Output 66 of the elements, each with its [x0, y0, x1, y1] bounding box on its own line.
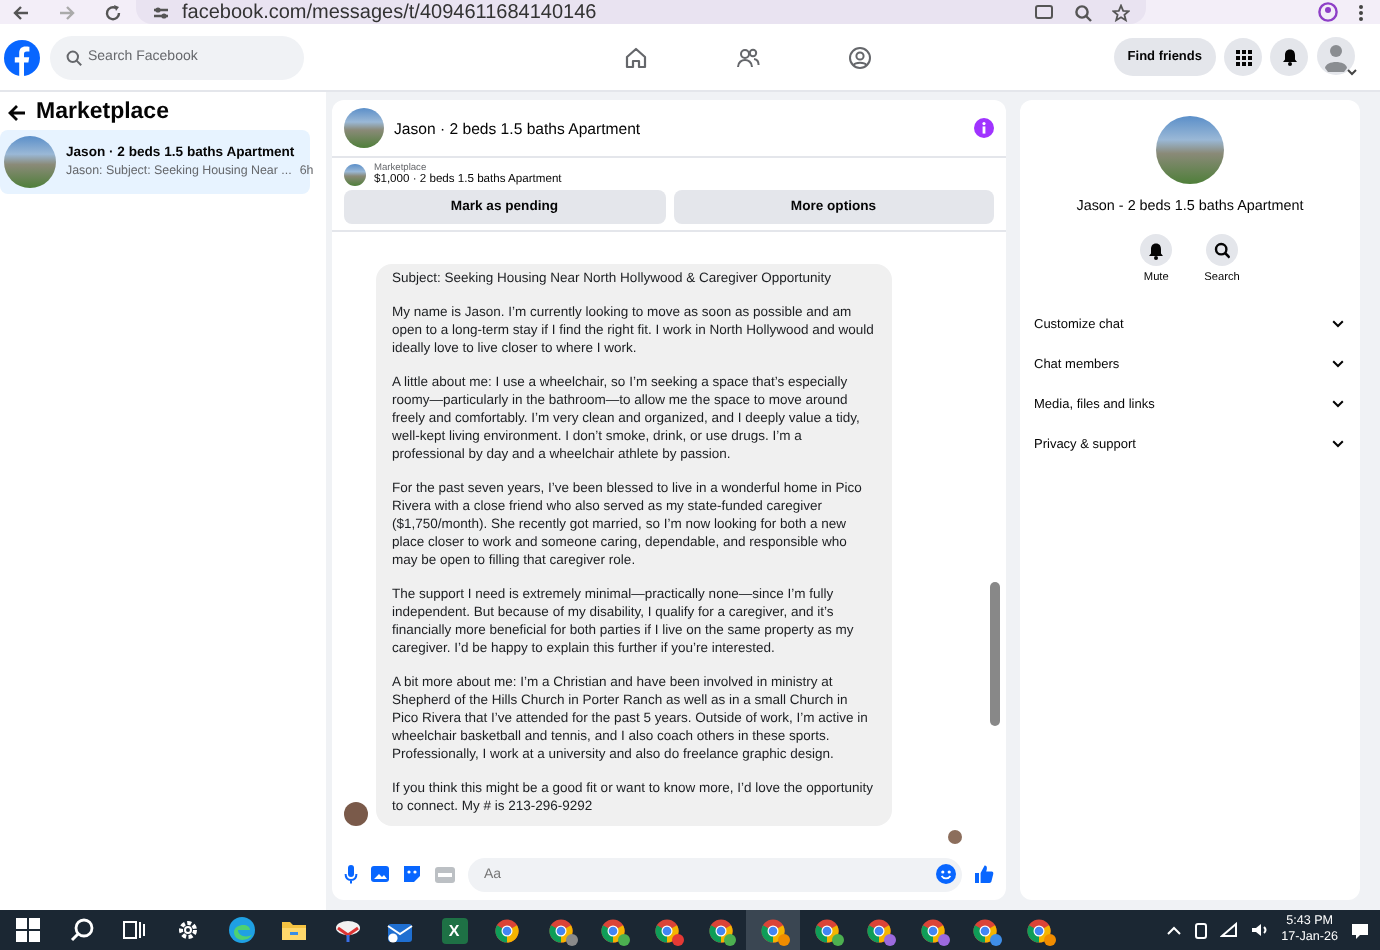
image-icon[interactable]	[370, 864, 390, 884]
gear-icon	[176, 918, 201, 942]
sticker-icon[interactable]	[402, 864, 422, 884]
facebook-logo-icon[interactable]	[4, 39, 40, 75]
url-text: facebook.com/messages/t/4094611684140146	[182, 1, 597, 23]
chrome-browser-icon	[494, 917, 521, 943]
install-icon[interactable]	[1034, 3, 1054, 21]
photo-placeholder	[1156, 116, 1224, 184]
chevron-up-icon[interactable]	[1165, 924, 1182, 936]
mute-button[interactable]	[1140, 234, 1173, 266]
microphone-icon[interactable]	[344, 864, 358, 884]
app-icon	[333, 916, 362, 944]
grid-icon	[1235, 49, 1251, 65]
device-icon[interactable]	[1193, 921, 1208, 939]
chevron-down-icon[interactable]	[1332, 440, 1344, 448]
search-icon[interactable]	[1074, 3, 1092, 21]
chrome-browser-icon	[972, 917, 999, 943]
bell-icon	[1148, 241, 1165, 259]
chrome-browser-icon	[547, 917, 574, 943]
photo-placeholder	[344, 164, 366, 186]
scrollbar-thumb[interactable]	[990, 582, 1000, 726]
search-icon	[1213, 241, 1230, 259]
menu-icon[interactable]	[1358, 3, 1364, 21]
chrome-browser-icon	[760, 917, 787, 943]
address-bar[interactable]: facebook.com/messages/t/4094611684140146	[136, 0, 1146, 24]
thumbs-up-icon[interactable]	[974, 864, 994, 884]
apps-menu-button[interactable]	[1224, 38, 1262, 76]
back-icon[interactable]	[12, 3, 30, 21]
chrome-browser-icon	[600, 917, 627, 943]
star-icon[interactable]	[1112, 3, 1130, 21]
photo-placeholder	[344, 108, 384, 148]
taskbar-button[interactable]: X	[427, 910, 481, 950]
site-info-icon[interactable]	[152, 3, 170, 21]
sidebar-title: Marketplace	[36, 100, 169, 124]
chrome-browser-icon	[653, 917, 680, 943]
task-view-icon	[122, 918, 147, 942]
info-icon[interactable]	[974, 118, 994, 138]
profile-icon[interactable]	[1318, 2, 1338, 22]
search-button[interactable]	[1205, 234, 1238, 266]
chrome-browser-icon	[707, 917, 734, 943]
folder-icon	[280, 918, 309, 942]
photo-placeholder	[4, 136, 56, 188]
notifications-button[interactable]	[1270, 38, 1308, 76]
chrome-browser-icon	[1026, 917, 1053, 943]
bell-icon	[1281, 48, 1297, 66]
friends-icon[interactable]	[736, 45, 761, 69]
notification-icon[interactable]	[1350, 921, 1370, 939]
edge-browser-icon	[227, 916, 256, 944]
chrome-browser-icon	[866, 917, 893, 943]
seen-avatar-placeholder	[948, 830, 962, 844]
speaker-icon[interactable]	[1249, 922, 1270, 938]
back-arrow-icon[interactable]	[8, 103, 26, 121]
reload-icon[interactable]	[104, 3, 122, 21]
chevron-down-icon[interactable]	[1332, 320, 1344, 328]
chrome-browser-icon	[813, 917, 840, 943]
search-icon	[69, 918, 94, 942]
windows-start-icon	[16, 918, 41, 942]
profile-circle-icon[interactable]	[848, 45, 873, 69]
chevron-down-icon[interactable]	[1332, 360, 1344, 368]
network-icon[interactable]	[1219, 922, 1238, 938]
excel-icon: X	[441, 917, 468, 943]
emoji-icon[interactable]	[936, 864, 956, 884]
chrome-browser-icon	[919, 917, 946, 943]
chevron-down-icon[interactable]	[1332, 400, 1344, 408]
home-icon[interactable]	[624, 45, 649, 69]
avatar-placeholder	[344, 802, 368, 826]
